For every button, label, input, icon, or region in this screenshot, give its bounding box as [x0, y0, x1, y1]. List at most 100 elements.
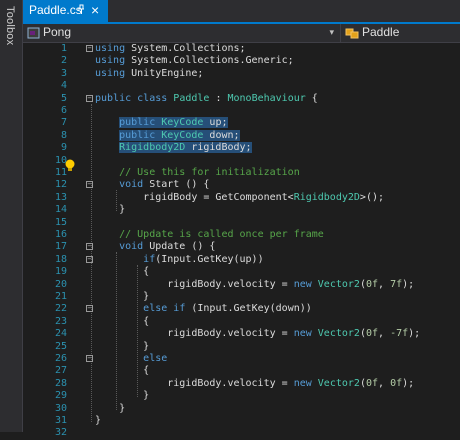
code-text: else if (Input.GetKey(down)) — [143, 303, 312, 315]
code-line[interactable]: 23 { — [23, 316, 460, 328]
collapse-icon[interactable]: − — [86, 355, 93, 362]
code-line[interactable]: 14 } — [23, 204, 460, 216]
collapse-icon[interactable]: − — [86, 255, 93, 263]
code-line[interactable]: 19 { — [23, 266, 460, 278]
code-text: using System.Collections.Generic; — [95, 55, 294, 67]
code-text: // Update is called once per frame — [119, 229, 324, 240]
pin-icon[interactable] — [76, 3, 86, 15]
line-number: 22 — [54, 303, 67, 315]
code-line[interactable]: 12 − void Start () { — [23, 179, 460, 191]
code-line[interactable]: 8 public KeyCode down; — [23, 129, 460, 142]
code-text: } — [95, 340, 150, 352]
line-number: 16 — [54, 229, 67, 240]
code-line[interactable]: 32 — [23, 427, 460, 439]
code-line[interactable]: 1 − using System.Collections; — [23, 43, 460, 55]
line-number: 1 — [60, 43, 67, 54]
close-icon[interactable]: × — [91, 1, 99, 19]
line-number: 29 — [54, 390, 67, 402]
line-number: 25 — [54, 340, 67, 352]
toolbox-panel[interactable]: Toolbox — [0, 0, 23, 432]
code-line[interactable]: 18 − if(Input.GetKey(up)) — [23, 254, 460, 266]
code-line[interactable]: 26 − else — [23, 353, 460, 365]
line-number: 10 — [54, 154, 67, 166]
member-name: Paddle — [362, 25, 400, 39]
line-number: 7 — [60, 117, 67, 129]
line-number: 8 — [60, 129, 67, 141]
collapse-icon[interactable]: − — [86, 243, 93, 251]
code-text: { — [95, 365, 150, 377]
line-number: 18 — [54, 253, 67, 265]
code-line[interactable]: 21 } — [23, 291, 460, 303]
project-dropdown[interactable]: Pong ▾ — [23, 24, 341, 42]
code-line[interactable]: 31} — [23, 415, 460, 427]
line-number: 13 — [54, 191, 67, 203]
code-line[interactable]: 6 — [23, 105, 460, 117]
class-icon — [345, 28, 359, 39]
line-number: 5 — [60, 92, 67, 104]
code-editor[interactable]: 1− using System.Collections; 2 using System… — [23, 43, 460, 438]
line-number: 9 — [60, 142, 67, 154]
line-number: 27 — [54, 365, 67, 377]
code-text: rigidBody.velocity = new Vector2(0f, 0f)… — [95, 377, 415, 389]
code-text: rigidBody.velocity = new Vector2(0f, -7f… — [95, 328, 421, 340]
member-dropdown[interactable]: Paddle — [345, 24, 460, 42]
line-number: 19 — [54, 266, 67, 278]
code-text: if(Input.GetKey(up)) — [143, 253, 264, 265]
code-text: public class Paddle : MonoBehaviour { — [95, 92, 318, 104]
tab-filename: Paddle.cs — [29, 3, 82, 17]
code-line[interactable]: 16 // Update is called once per frame — [23, 229, 460, 241]
code-text: using System.Collections; — [95, 43, 246, 54]
code-line[interactable]: 29 } — [23, 390, 460, 402]
code-text: } — [95, 291, 150, 302]
line-number: 24 — [54, 328, 67, 340]
code-line[interactable]: 4 — [23, 80, 460, 92]
line-number: 32 — [54, 427, 67, 439]
code-line[interactable]: 28 rigidBody.velocity = new Vector2(0f, … — [23, 378, 460, 390]
code-text: { — [95, 315, 150, 327]
code-text: } — [95, 204, 126, 216]
code-line[interactable]: 13 rigidBody = GetComponent<Rigidbody2D>… — [23, 192, 460, 204]
code-text: rigidBody.velocity = new Vector2(0f, 7f)… — [95, 278, 415, 290]
toolbox-label[interactable]: Toolbox — [4, 6, 16, 45]
document-tab-strip: Paddle.cs × — [23, 0, 460, 24]
line-number: 30 — [54, 402, 67, 414]
line-number: 4 — [60, 80, 67, 92]
code-text: // Use this for initialization — [119, 167, 300, 178]
chevron-down-icon[interactable]: ▾ — [329, 27, 334, 38]
code-line[interactable]: 17 − void Update () { — [23, 241, 460, 253]
code-line[interactable]: 15 — [23, 217, 460, 229]
line-number: 11 — [54, 167, 67, 178]
line-number: 15 — [54, 216, 67, 228]
code-line[interactable]: 9 Rigidbody2D rigidBody; — [23, 142, 460, 154]
code-text: else — [143, 353, 168, 364]
line-number: 20 — [54, 278, 67, 290]
code-line[interactable]: 5 − public class Paddle : MonoBehaviour { — [23, 93, 460, 105]
line-number: 21 — [54, 291, 67, 302]
code-line[interactable]: 25 } — [23, 341, 460, 353]
code-line[interactable]: 11 // Use this for initialization — [23, 167, 460, 179]
line-number: 31 — [54, 415, 67, 426]
code-line[interactable]: 22 − else if (Input.GetKey(down)) — [23, 303, 460, 315]
code-text: void Start () { — [119, 179, 210, 191]
code-line[interactable]: 27 { — [23, 365, 460, 377]
collapse-icon[interactable]: − — [86, 305, 93, 313]
line-number: 2 — [60, 55, 67, 67]
collapse-icon[interactable]: − — [86, 94, 93, 102]
csharp-project-icon — [27, 27, 40, 39]
code-line[interactable]: 7 public KeyCode up; — [23, 117, 460, 129]
code-line[interactable]: 20 rigidBody.velocity = new Vector2(0f, … — [23, 279, 460, 291]
code-line[interactable]: 10 — [23, 155, 460, 167]
tab-paddle-cs[interactable]: Paddle.cs × — [23, 0, 108, 22]
line-number: 17 — [54, 241, 67, 253]
code-text: public KeyCode down; — [119, 129, 240, 141]
code-line[interactable]: 3 using UnityEngine; — [23, 68, 460, 80]
code-text: using UnityEngine; — [95, 67, 204, 79]
collapse-icon[interactable]: − — [86, 45, 93, 52]
code-line[interactable]: 30 } — [23, 403, 460, 415]
project-name: Pong — [43, 25, 72, 39]
line-number: 12 — [54, 179, 67, 191]
line-number: 23 — [54, 315, 67, 327]
code-line[interactable]: 24 rigidBody.velocity = new Vector2(0f, … — [23, 328, 460, 340]
collapse-icon[interactable]: − — [86, 181, 93, 189]
code-line[interactable]: 2 using System.Collections.Generic; — [23, 55, 460, 67]
